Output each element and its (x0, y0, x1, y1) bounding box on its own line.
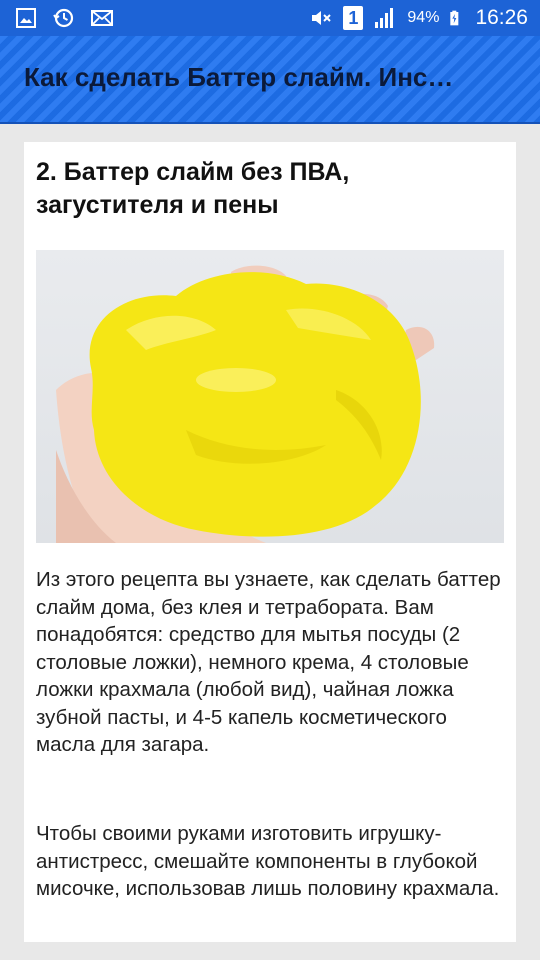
mail-icon (91, 10, 113, 26)
status-bar-right: 1 94% 16:26 (309, 4, 528, 32)
clock: 16:26 (475, 6, 528, 29)
sim-slot-number: 1 (348, 8, 359, 28)
article-paragraph-2: Чтобы своими руками изготовить игрушку-а… (36, 822, 500, 900)
article-image (36, 250, 504, 543)
app-bar: Как сделать Баттер слайм. Инс… (0, 36, 540, 124)
image-icon (16, 8, 36, 28)
mute-icon (312, 11, 332, 25)
sync-icon (53, 8, 74, 28)
article-paragraph-1: Из этого рецепта вы узнаете, как сделать… (36, 568, 501, 756)
article-card[interactable]: 2. Баттер слайм без ПВА, загустителя и п… (24, 142, 516, 942)
status-bar-left (14, 6, 114, 30)
article-heading: 2. Баттер слайм без ПВА, загустителя и п… (36, 158, 350, 219)
slime-illustration (56, 265, 435, 543)
page-title: Как сделать Баттер слайм. Инс… (24, 62, 454, 92)
sim-icon: 1 (343, 6, 364, 30)
battery-percent: 94% (407, 9, 440, 26)
signal-icon (375, 8, 394, 28)
battery-charging-icon (450, 10, 459, 26)
status-bar: 1 94% 16:26 (0, 0, 540, 36)
